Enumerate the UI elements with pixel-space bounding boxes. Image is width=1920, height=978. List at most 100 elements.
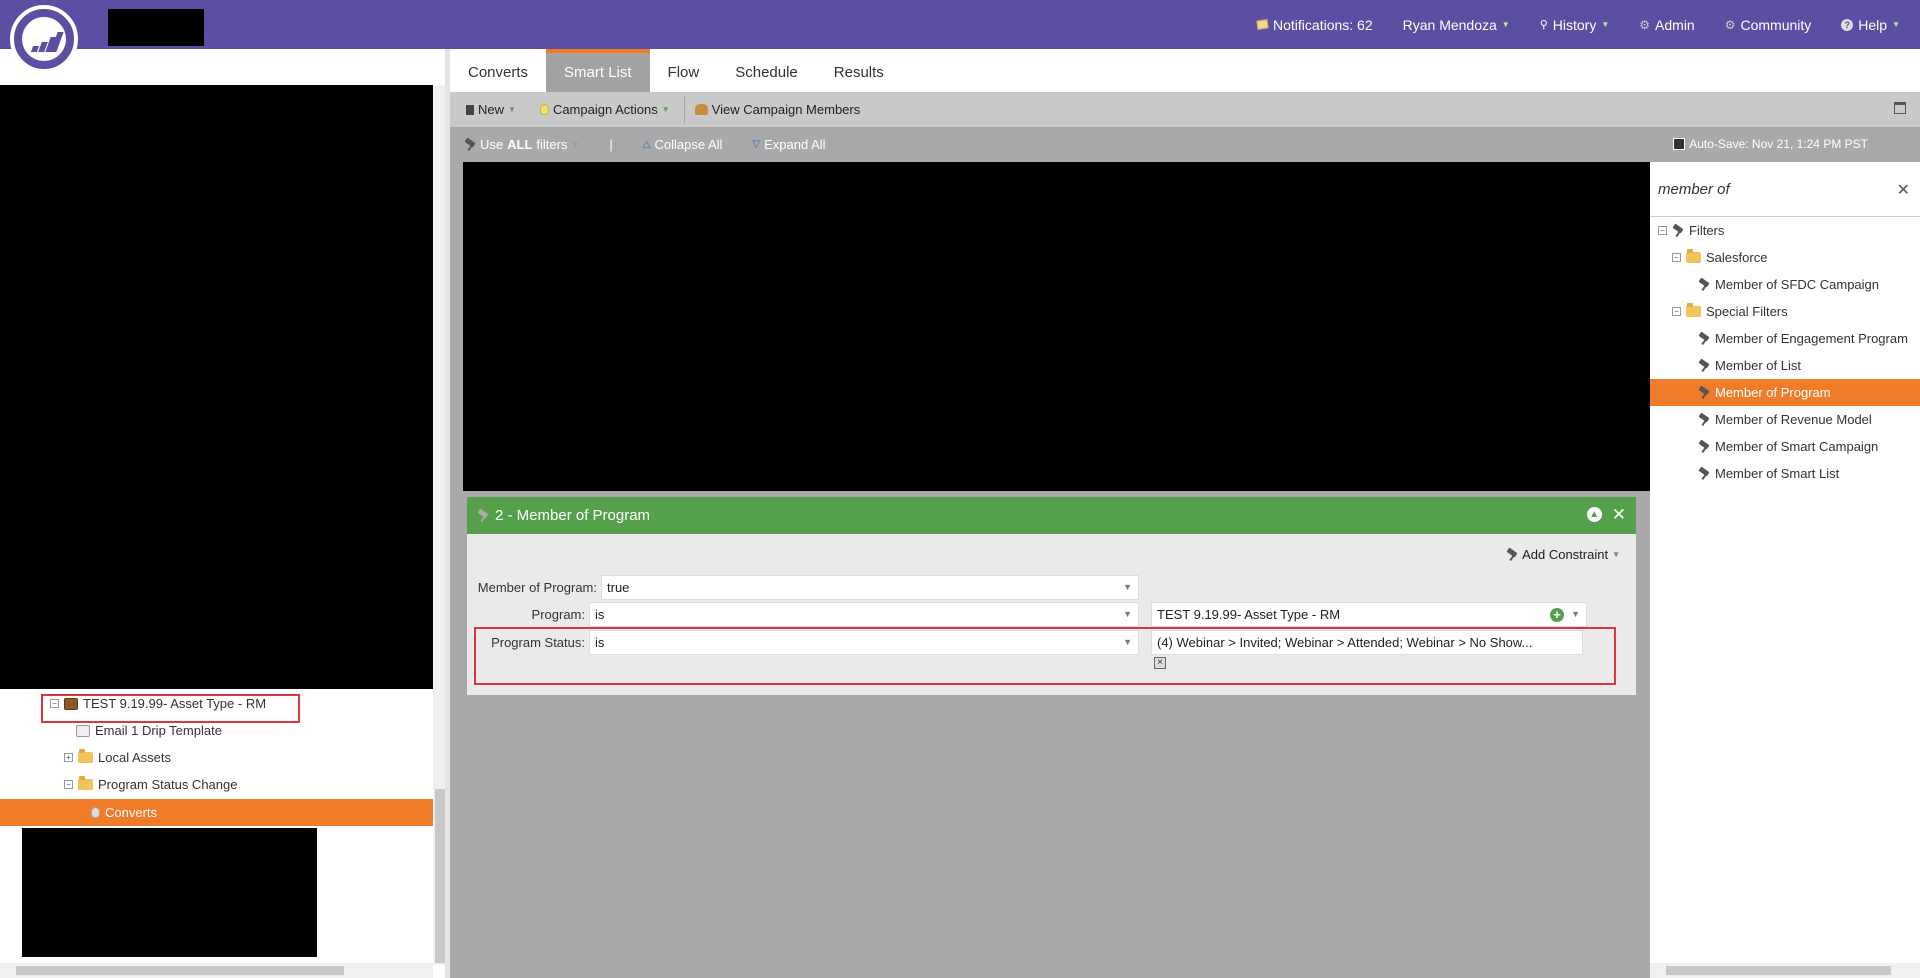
collapse-toggle[interactable]: − [1658,226,1667,235]
save-icon [1673,138,1686,150]
hscroll-thumb[interactable] [1666,966,1891,975]
notifications-link[interactable]: Notifications: 62 [1256,17,1373,33]
tree-item-special-filters[interactable]: − Special Filters [1672,298,1788,325]
new-button[interactable]: New ▼ [466,102,516,117]
marketo-logo[interactable] [10,5,78,73]
tab-flow[interactable]: Flow [650,49,718,92]
tree-item-email[interactable]: Email 1 Drip Template [76,717,222,744]
admin-link[interactable]: ⚙ Admin [1639,17,1694,33]
filter-item[interactable]: Member of Smart List [1698,460,1839,487]
filterbar-separator: | [609,137,613,152]
tab-converts[interactable]: Converts [450,49,546,92]
filter-pin-icon [477,510,489,522]
filter-pin-icon [1698,387,1710,399]
history-icon: ⚲ [1539,19,1548,31]
filter-item[interactable]: Member of List [1698,352,1801,379]
filter-pin-icon [1698,360,1710,372]
filter-item[interactable]: Member of Smart Campaign [1698,433,1878,460]
panel-hscroll[interactable] [1650,963,1920,978]
community-icon: ⚙ [1724,17,1736,32]
redacted-area [22,828,317,957]
close-icon[interactable]: ✕ [1612,506,1626,523]
expand-toggle[interactable]: + [64,753,73,762]
filter-pin-icon [1506,549,1518,561]
program-operator-select[interactable]: is ▼ [589,602,1139,627]
tree-item-filters[interactable]: − Filters [1658,217,1724,244]
view-campaign-members-button[interactable]: View Campaign Members [694,102,860,117]
filter-search-input[interactable]: member of ✕ [1650,162,1920,217]
selected-row-highlight [0,799,433,826]
new-doc-icon [466,104,474,115]
help-menu[interactable]: ? Help ▼ [1841,17,1900,33]
redacted-area [0,85,445,689]
filter-item[interactable]: Member of SFDC Campaign [1698,271,1879,298]
people-icon [694,104,708,115]
filter-item[interactable]: Member of Revenue Model [1698,406,1872,433]
chevron-down-icon: ▼ [1892,20,1900,29]
campaign-actions-button[interactable]: Campaign Actions ▼ [539,102,670,117]
splitter[interactable] [445,49,450,978]
tree-item-local-assets[interactable]: + Local Assets [64,744,171,771]
sidebar-scrollbar[interactable] [435,789,445,963]
chevron-down-icon: ▼ [661,105,670,114]
tab-smart-list[interactable]: Smart List [546,49,650,92]
sidebar-tree: − TEST 9.19.99- Asset Type - RM Email 1 … [0,49,450,978]
collapse-icon: △ [642,139,651,150]
dropdown-arrow-icon: ▼ [1123,582,1132,592]
collapse-toggle[interactable]: − [1672,307,1681,316]
tab-schedule[interactable]: Schedule [717,49,816,92]
chevron-down-icon: ▼ [571,140,580,149]
email-icon [76,724,90,737]
chevron-down-icon: ▼ [1612,550,1620,559]
community-link[interactable]: ⚙ Community [1725,17,1812,33]
filter-card-header[interactable]: 2 - Member of Program ▲ ✕ [467,497,1636,534]
move-up-icon[interactable]: ▲ [1586,507,1602,522]
expand-icon: ▽ [752,139,761,150]
lightbulb-icon [539,104,549,115]
filter-pin-icon [1698,414,1710,426]
collapse-toggle[interactable]: − [1672,253,1681,262]
filter-pin-icon [1698,333,1710,345]
filter-item-selected[interactable]: Member of Program [1650,379,1920,406]
window-icon[interactable] [1894,102,1906,114]
program-value-select[interactable]: TEST 9.19.99- Asset Type - RM + ▼ [1151,602,1587,627]
filter-pin-icon [1698,279,1710,291]
tree-item-converts[interactable]: Converts [91,799,157,826]
filter-pin-icon [464,139,476,151]
tree-item-salesforce[interactable]: − Salesforce [1672,244,1767,271]
toolbar-divider [683,95,685,124]
use-all-filters-menu[interactable]: Use ALL filters ▼ [464,137,579,152]
tab-results[interactable]: Results [816,49,902,92]
folder-icon [78,776,93,790]
filter-item[interactable]: Member of Engagement Program [1698,325,1908,352]
history-menu[interactable]: ⚲ History ▼ [1540,17,1610,33]
member-of-program-select[interactable]: true ▼ [601,575,1139,600]
sidebar-hscroll[interactable] [0,963,433,978]
tree-item-program-status-change[interactable]: − Program Status Change [64,771,237,798]
collapse-toggle[interactable]: − [64,780,73,789]
folder-icon [1686,249,1701,263]
chevron-down-icon: ▼ [1601,20,1610,29]
chevron-down-icon: ▼ [508,105,516,114]
collapse-all-button[interactable]: △ Collapse All [643,137,723,152]
filter-pin-icon [1698,441,1710,453]
redacted-area [463,162,1650,491]
redacted-area [108,9,204,46]
gear-icon: ⚙ [1639,17,1651,32]
user-menu[interactable]: Ryan Mendoza ▼ [1403,17,1510,33]
filter-pin-icon [1698,468,1710,480]
note-icon [1256,19,1269,30]
hscroll-thumb[interactable] [16,966,344,975]
filter-pin-icon [1672,225,1684,237]
highlight-box [474,627,1616,685]
add-icon[interactable]: + [1550,608,1564,622]
add-constraint-button[interactable]: Add Constraint ▼ [1506,547,1620,562]
action-toolbar: New ▼ Campaign Actions ▼ View Campaign M… [450,92,1920,127]
expand-all-button[interactable]: ▽ Expand All [752,137,825,152]
logo-bars-icon [22,17,66,61]
clear-search-icon[interactable]: ✕ [1897,180,1910,200]
folder-icon [1686,303,1701,317]
dropdown-arrow-icon: ▼ [1123,609,1132,619]
tab-bar: Converts Smart List Flow Schedule Result… [450,49,1920,92]
filter-bar: Use ALL filters ▼ | △ Collapse All ▽ Exp… [450,127,1920,162]
